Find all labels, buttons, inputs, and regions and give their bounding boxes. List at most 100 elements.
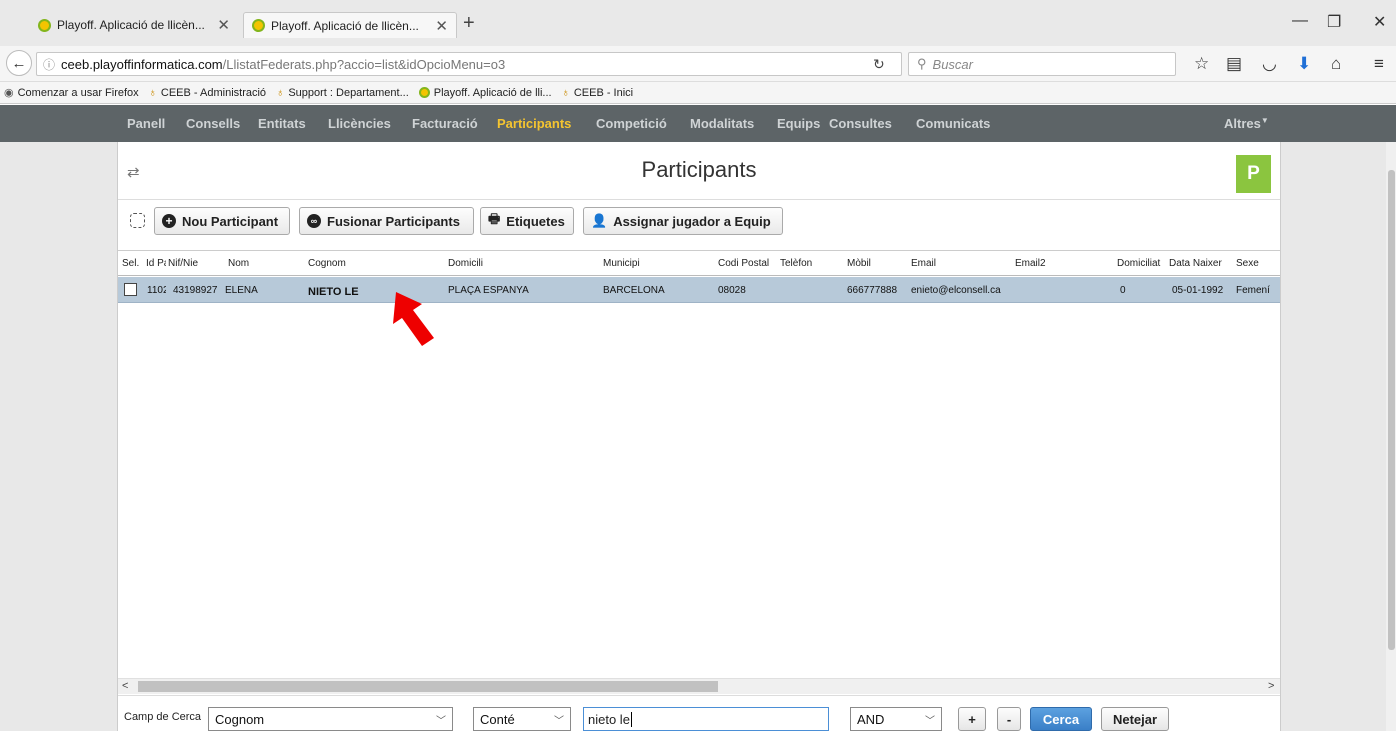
labels-button[interactable]: 🖶 Etiquetes: [480, 207, 574, 235]
ceeb-icon: ♁: [148, 86, 157, 99]
col-header-data-naixer[interactable]: Data Naixer: [1169, 258, 1233, 269]
col-header-email[interactable]: Email: [911, 258, 1001, 269]
cell-email: enieto@elconsell.ca: [911, 285, 1001, 296]
firefox-icon: ◉: [4, 87, 14, 99]
menu-item-altres[interactable]: Altres▼: [1224, 116, 1269, 131]
select-value: Cognom: [215, 711, 265, 727]
cell-municipi: BARCELONA: [603, 285, 665, 296]
search-value-input[interactable]: nieto le: [583, 707, 829, 731]
cell-domicili: PLAÇA ESPANYA: [448, 285, 529, 296]
bookmark-item[interactable]: ♁ Support : Departament...: [276, 87, 409, 99]
red-pointer-arrow-icon: [393, 292, 434, 346]
search-button[interactable]: Cerca: [1030, 707, 1092, 731]
search-placeholder: Buscar: [932, 56, 973, 72]
bookmark-label: CEEB - Inici: [573, 86, 634, 99]
menu-item-panell[interactable]: Panell: [127, 116, 165, 131]
info-icon: ⓘ: [43, 57, 56, 72]
close-tab-icon[interactable]: ✕: [217, 16, 230, 34]
logic-select[interactable]: AND ﹀: [850, 707, 942, 731]
col-header-cognom[interactable]: Cognom: [308, 258, 428, 269]
url-bar[interactable]: ⓘ ceeb.playoffinformatica.com/LlistatFed…: [36, 52, 902, 76]
search-field-label: Camp de Cerca: [124, 711, 202, 723]
col-header-telefon[interactable]: Telèfon: [780, 258, 840, 269]
col-header-sel[interactable]: Sel.: [122, 258, 144, 269]
col-header-nif[interactable]: Nif/Nie: [168, 258, 216, 269]
col-header-email2[interactable]: Email2: [1015, 258, 1105, 269]
bookmark-item[interactable]: ♁ CEEB - Inici: [562, 87, 634, 99]
new-participant-button[interactable]: + Nou Participant: [154, 207, 290, 235]
bookmark-item[interactable]: Playoff. Aplicació de lli...: [418, 87, 552, 99]
bookmark-item[interactable]: ♁ CEEB - Administració: [149, 87, 266, 99]
search-field-select[interactable]: Cognom ﹀: [208, 707, 453, 731]
browser-tab[interactable]: Playoff. Aplicació de llicèn... ✕: [30, 12, 238, 38]
select-all-checkbox[interactable]: [130, 213, 145, 228]
bookmark-label: CEEB - Administració: [160, 86, 267, 99]
vertical-scrollbar-thumb[interactable]: [1388, 170, 1395, 650]
printer-icon: 🖶: [488, 211, 501, 226]
app-main-menu: Panell Consells Entitats Llicències Fact…: [0, 105, 1396, 142]
assign-player-team-button[interactable]: 👤 Assignar jugador a Equip: [583, 207, 783, 235]
home-icon[interactable]: ⌂: [1331, 54, 1341, 74]
col-header-nom[interactable]: Nom: [228, 258, 288, 269]
row-select-checkbox[interactable]: [124, 283, 137, 296]
operator-select[interactable]: Conté ﹀: [473, 707, 571, 731]
col-header-codi-postal[interactable]: Codi Postal: [718, 258, 778, 269]
menu-item-llicencies[interactable]: Llicències: [328, 116, 391, 131]
input-value: nieto le: [588, 711, 630, 727]
cell-domiciliat: 0: [1120, 285, 1126, 296]
bookmark-item[interactable]: ◉ Comenzar a usar Firefox: [4, 86, 139, 100]
col-header-id[interactable]: Id Pa: [146, 258, 166, 269]
horizontal-scrollbar-thumb[interactable]: [138, 681, 718, 692]
clear-button[interactable]: Netejar: [1101, 707, 1169, 731]
back-arrow-icon[interactable]: ←: [6, 50, 32, 76]
close-tab-icon[interactable]: ✕: [435, 17, 448, 35]
pocket-icon[interactable]: ◡: [1262, 54, 1277, 74]
close-window-icon[interactable]: ✕: [1373, 12, 1386, 32]
altres-label: Altres: [1224, 116, 1261, 131]
download-icon[interactable]: ⬇: [1297, 54, 1311, 74]
remove-condition-button[interactable]: -: [997, 707, 1021, 731]
col-header-sexe[interactable]: Sexe: [1236, 258, 1276, 269]
browser-tab-bar: Playoff. Aplicació de llicèn... ✕ Playof…: [0, 0, 1396, 46]
cell-codi-postal: 08028: [718, 285, 746, 296]
menu-item-modalitats[interactable]: Modalitats: [690, 116, 754, 131]
scroll-left-icon[interactable]: <: [122, 680, 128, 692]
star-bookmark-icon[interactable]: ☆: [1194, 54, 1209, 74]
menu-item-entitats[interactable]: Entitats: [258, 116, 306, 131]
search-icon: ⚲: [917, 56, 927, 71]
browser-search-input[interactable]: ⚲ Buscar: [908, 52, 1176, 76]
cell-mobil: 666777888: [847, 285, 898, 296]
bookmark-label: Comenzar a usar Firefox: [17, 86, 139, 99]
cell-nom: ELENA: [225, 285, 258, 296]
new-tab-icon[interactable]: +: [463, 12, 475, 35]
add-condition-button[interactable]: +: [958, 707, 986, 731]
menu-item-equips[interactable]: Equips: [777, 116, 820, 131]
page-title: Participants: [641, 157, 757, 182]
button-label: Nou Participant: [182, 213, 279, 229]
restore-icon[interactable]: ❐: [1327, 12, 1341, 32]
col-header-domicili[interactable]: Domicili: [448, 258, 588, 269]
menu-item-facturacio[interactable]: Facturació: [412, 116, 478, 131]
browser-tab-active[interactable]: Playoff. Aplicació de llicèn... ✕: [243, 12, 457, 38]
hamburger-menu-icon[interactable]: ≡: [1374, 54, 1384, 74]
menu-item-consells[interactable]: Consells: [186, 116, 240, 131]
divider: [118, 199, 1280, 200]
menu-item-consultes[interactable]: Consultes: [829, 116, 892, 131]
text-cursor: [630, 711, 632, 727]
merge-participants-button[interactable]: ∞ Fusionar Participants: [299, 207, 474, 235]
menu-item-participants[interactable]: Participants: [497, 116, 571, 131]
scroll-right-icon[interactable]: >: [1268, 680, 1274, 692]
reading-list-icon[interactable]: ▤: [1226, 54, 1242, 74]
bookmarks-bar: ◉ Comenzar a usar Firefox ♁ CEEB - Adminis…: [0, 82, 1396, 104]
table-header: Sel. Id Pa Nif/Nie Nom Cognom Domicili M…: [118, 250, 1280, 276]
table-row[interactable]: 1102 43198927 ELENA NIETO LE PLAÇA ESPAN…: [118, 277, 1280, 303]
menu-item-comunicats[interactable]: Comunicats: [916, 116, 990, 131]
col-header-municipi[interactable]: Municipi: [603, 258, 703, 269]
playoff-favicon-icon: [418, 87, 430, 98]
menu-item-competicio[interactable]: Competició: [596, 116, 667, 131]
reload-icon[interactable]: ↻: [873, 56, 885, 73]
col-header-mobil[interactable]: Mòbil: [847, 258, 907, 269]
cell-sexe: Femení: [1236, 285, 1270, 296]
col-header-domiciliat[interactable]: Domiciliat: [1117, 258, 1167, 269]
minimize-icon[interactable]: —: [1292, 12, 1308, 30]
